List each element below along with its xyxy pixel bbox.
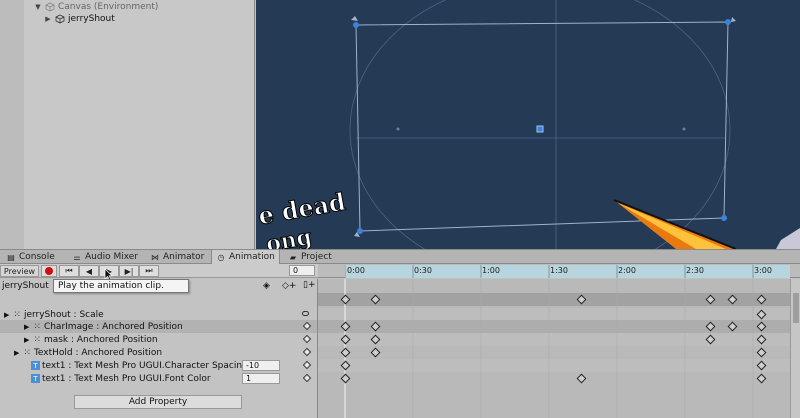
property-row[interactable]: T text1 : Text Mesh Pro UGUI.Font Color — [0, 372, 317, 385]
dopesheet[interactable] — [318, 279, 800, 418]
animator-icon: ⋈ — [151, 252, 159, 262]
ruler-menu-icon[interactable]: ⋮ — [796, 266, 800, 276]
tab-label: Console — [19, 252, 55, 262]
curve-toggle-icon[interactable] — [302, 311, 309, 316]
property-row[interactable]: ▶ ⁙ CharImage : Anchored Position — [0, 320, 317, 333]
step-forward-icon: ▶| — [124, 266, 134, 276]
keyframe-toggle-icon[interactable] — [302, 347, 312, 357]
tab-audio-mixer[interactable]: ⚌ Audio Mixer — [68, 250, 142, 264]
skip-last-icon: ⏭ — [145, 266, 153, 275]
fold-collapsed-icon[interactable]: ▶ — [24, 336, 29, 344]
property-label: TextHold : Anchored Position — [33, 347, 163, 358]
skip-first-icon: ⏮ — [65, 266, 73, 275]
fold-collapsed-icon[interactable]: ▶ — [14, 349, 19, 357]
hierarchy-gutter — [0, 0, 24, 249]
scene-view[interactable]: e dead ong — [256, 0, 800, 249]
step-back-icon: ◀ — [85, 266, 93, 276]
fold-collapsed-icon[interactable]: ▶ — [24, 323, 29, 331]
tab-label: Animator — [163, 252, 205, 262]
rect-handle-top-right — [725, 19, 731, 25]
animation-toolbar: Preview ⏮ ◀ ▶ ▶| ⏭ — [0, 264, 318, 281]
property-label: mask : Anchored Position — [43, 334, 158, 345]
prev-keyframe-button[interactable]: ◀ — [79, 265, 99, 277]
gameobject-cube-icon — [45, 2, 55, 12]
transform-icon: ⁙ — [13, 309, 21, 320]
record-icon — [45, 267, 53, 275]
fold-collapsed-icon[interactable]: ▶ — [4, 311, 9, 319]
transform-icon: ⁙ — [33, 321, 41, 332]
hierarchy-item-canvas[interactable]: ▼ Canvas (Environment) — [0, 1, 254, 13]
record-button[interactable] — [41, 265, 57, 277]
scrollbar-thumb[interactable] — [793, 293, 799, 323]
property-label: jerryShout : Scale — [23, 309, 104, 320]
editor-tab-bar: ▤ Console ⚌ Audio Mixer ⋈ Animator ◷ Ani… — [0, 249, 800, 264]
animation-icon: ◷ — [217, 252, 225, 262]
gameobject-cube-icon — [55, 14, 65, 24]
next-keyframe-button[interactable]: ▶| — [119, 265, 139, 277]
property-row[interactable]: T text1 : Text Mesh Pro UGUI.Character S… — [0, 359, 317, 372]
add-event-icon[interactable]: ▯+ — [303, 280, 316, 290]
font-color-field[interactable] — [242, 373, 280, 384]
keyframe-toggle-icon[interactable] — [302, 373, 312, 383]
preview-label: Preview — [3, 266, 36, 276]
console-icon: ▤ — [7, 252, 15, 262]
frame-field[interactable] — [289, 265, 315, 276]
character-spacing-field[interactable] — [242, 360, 280, 371]
tab-label: Audio Mixer — [85, 252, 138, 262]
ruler-labels: 0:00 0:30 1:00 1:30 2:00 2:30 3:00 — [345, 265, 790, 278]
last-keyframe-button[interactable]: ⏭ — [139, 265, 159, 277]
audio-mixer-icon: ⚌ — [73, 252, 81, 262]
dopesheet-scrollbar[interactable] — [790, 279, 800, 418]
tab-project[interactable]: ▰ Project — [284, 250, 336, 264]
tab-label: Animation — [229, 252, 275, 262]
property-label: text1 : Text Mesh Pro UGUI.Font Color — [42, 373, 211, 384]
property-row[interactable]: ▶ ⁙ mask : Anchored Position — [0, 333, 317, 346]
text-component-icon: T — [31, 361, 40, 370]
transform-icon: ⁙ — [33, 334, 41, 345]
fold-collapsed-icon[interactable]: ▶ — [44, 15, 52, 23]
add-property-button[interactable]: Add Property — [74, 395, 242, 409]
tab-console[interactable]: ▤ Console — [2, 250, 59, 264]
rect-handle-top-left — [353, 22, 359, 28]
pivot-handle — [536, 125, 544, 133]
tab-animator[interactable]: ⋈ Animator — [146, 250, 208, 264]
folder-icon: ▰ — [289, 252, 297, 262]
tooltip: Play the animation clip. — [53, 279, 189, 293]
transform-icon: ⁙ — [23, 347, 31, 358]
property-row[interactable]: ▶ ⁙ TextHold : Anchored Position — [0, 346, 317, 359]
clip-selector[interactable]: jerryShout — [2, 281, 49, 291]
hierarchy-panel: ▼ Canvas (Environment) ▶ jerryShout — [0, 0, 255, 249]
rect-handle-bottom-left — [357, 228, 363, 234]
keyframe-toggle-icon[interactable] — [302, 321, 312, 331]
first-keyframe-button[interactable]: ⏮ — [59, 265, 79, 277]
tab-animation[interactable]: ◷ Animation — [211, 250, 280, 264]
keyframe-toggle-icon[interactable] — [302, 360, 312, 370]
keyframe-toggle-icon[interactable] — [302, 334, 312, 344]
hierarchy-item-label: Canvas (Environment) — [58, 2, 159, 12]
add-keyframe-icon[interactable]: ◈ — [263, 281, 270, 291]
preview-toggle[interactable]: Preview — [0, 265, 39, 277]
hierarchy-item-jerryshout[interactable]: ▶ jerryShout — [0, 13, 254, 25]
property-label: CharImage : Anchored Position — [43, 321, 183, 332]
property-label: text1 : Text Mesh Pro UGUI.Character Spa… — [42, 360, 248, 371]
ruler-ticks — [345, 265, 754, 278]
add-event-keyframe-icon[interactable]: ◇+ — [282, 281, 296, 291]
hierarchy-item-label: jerryShout — [68, 14, 115, 24]
text-component-icon: T — [31, 374, 40, 383]
fold-expanded-icon[interactable]: ▼ — [34, 3, 42, 11]
rect-handle-bottom-right — [721, 215, 727, 221]
tab-label: Project — [301, 252, 332, 262]
